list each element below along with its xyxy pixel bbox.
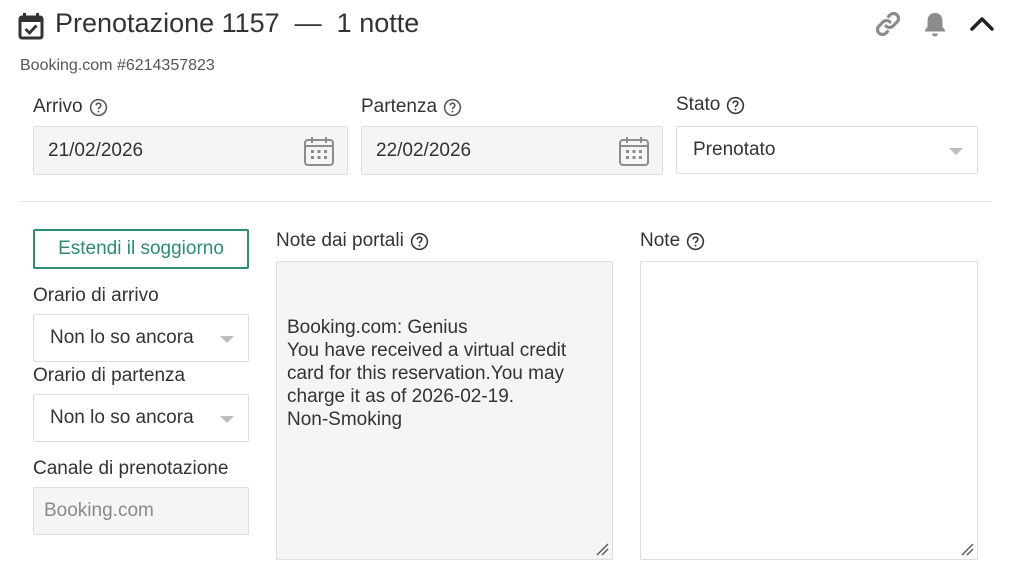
notes-textarea[interactable] — [640, 261, 978, 560]
arrival-date-input[interactable]: 21/02/2026 — [33, 126, 348, 175]
status-select[interactable]: Prenotato — [676, 126, 978, 174]
arrival-time-label: Orario di arrivo — [33, 285, 159, 306]
dropdown-caret-icon — [220, 336, 234, 343]
help-icon[interactable] — [686, 232, 705, 251]
resize-handle-icon[interactable] — [960, 542, 974, 556]
booking-channel-label: Canale di prenotazione — [33, 458, 229, 479]
help-icon[interactable] — [443, 98, 462, 117]
departure-time-label: Orario di partenza — [33, 365, 186, 386]
departure-label: Partenza — [361, 96, 462, 118]
chevron-up-icon[interactable] — [967, 9, 997, 39]
departure-date-input[interactable]: 22/02/2026 — [361, 126, 663, 175]
dropdown-caret-icon — [949, 148, 963, 155]
booking-channel-field: Booking.com — [33, 487, 249, 535]
extend-stay-button[interactable]: Estendi il soggiorno — [33, 229, 249, 269]
link-icon[interactable] — [873, 9, 903, 39]
arrival-label: Arrivo — [33, 96, 108, 118]
resize-handle-icon[interactable] — [595, 542, 609, 556]
help-icon[interactable] — [726, 96, 745, 115]
portal-notes-textarea[interactable]: Booking.com: Genius You have received a … — [276, 261, 613, 560]
departure-time-select[interactable]: Non lo so ancora — [33, 394, 249, 442]
booking-reference: Booking.com #6214357823 — [20, 57, 215, 74]
calendar-check-icon — [18, 12, 44, 40]
status-label: Stato — [676, 94, 745, 116]
calendar-icon[interactable] — [303, 135, 335, 167]
page-title: Prenotazione 1157 — 1 notte — [55, 8, 420, 38]
notes-label: Note — [640, 230, 705, 252]
help-icon[interactable] — [89, 98, 108, 117]
dropdown-caret-icon — [220, 416, 234, 423]
bell-icon[interactable] — [920, 9, 950, 39]
portal-notes-label: Note dai portali — [276, 230, 429, 252]
calendar-icon[interactable] — [618, 135, 650, 167]
help-icon[interactable] — [410, 232, 429, 251]
arrival-time-select[interactable]: Non lo so ancora — [33, 314, 249, 362]
divider — [20, 201, 992, 202]
